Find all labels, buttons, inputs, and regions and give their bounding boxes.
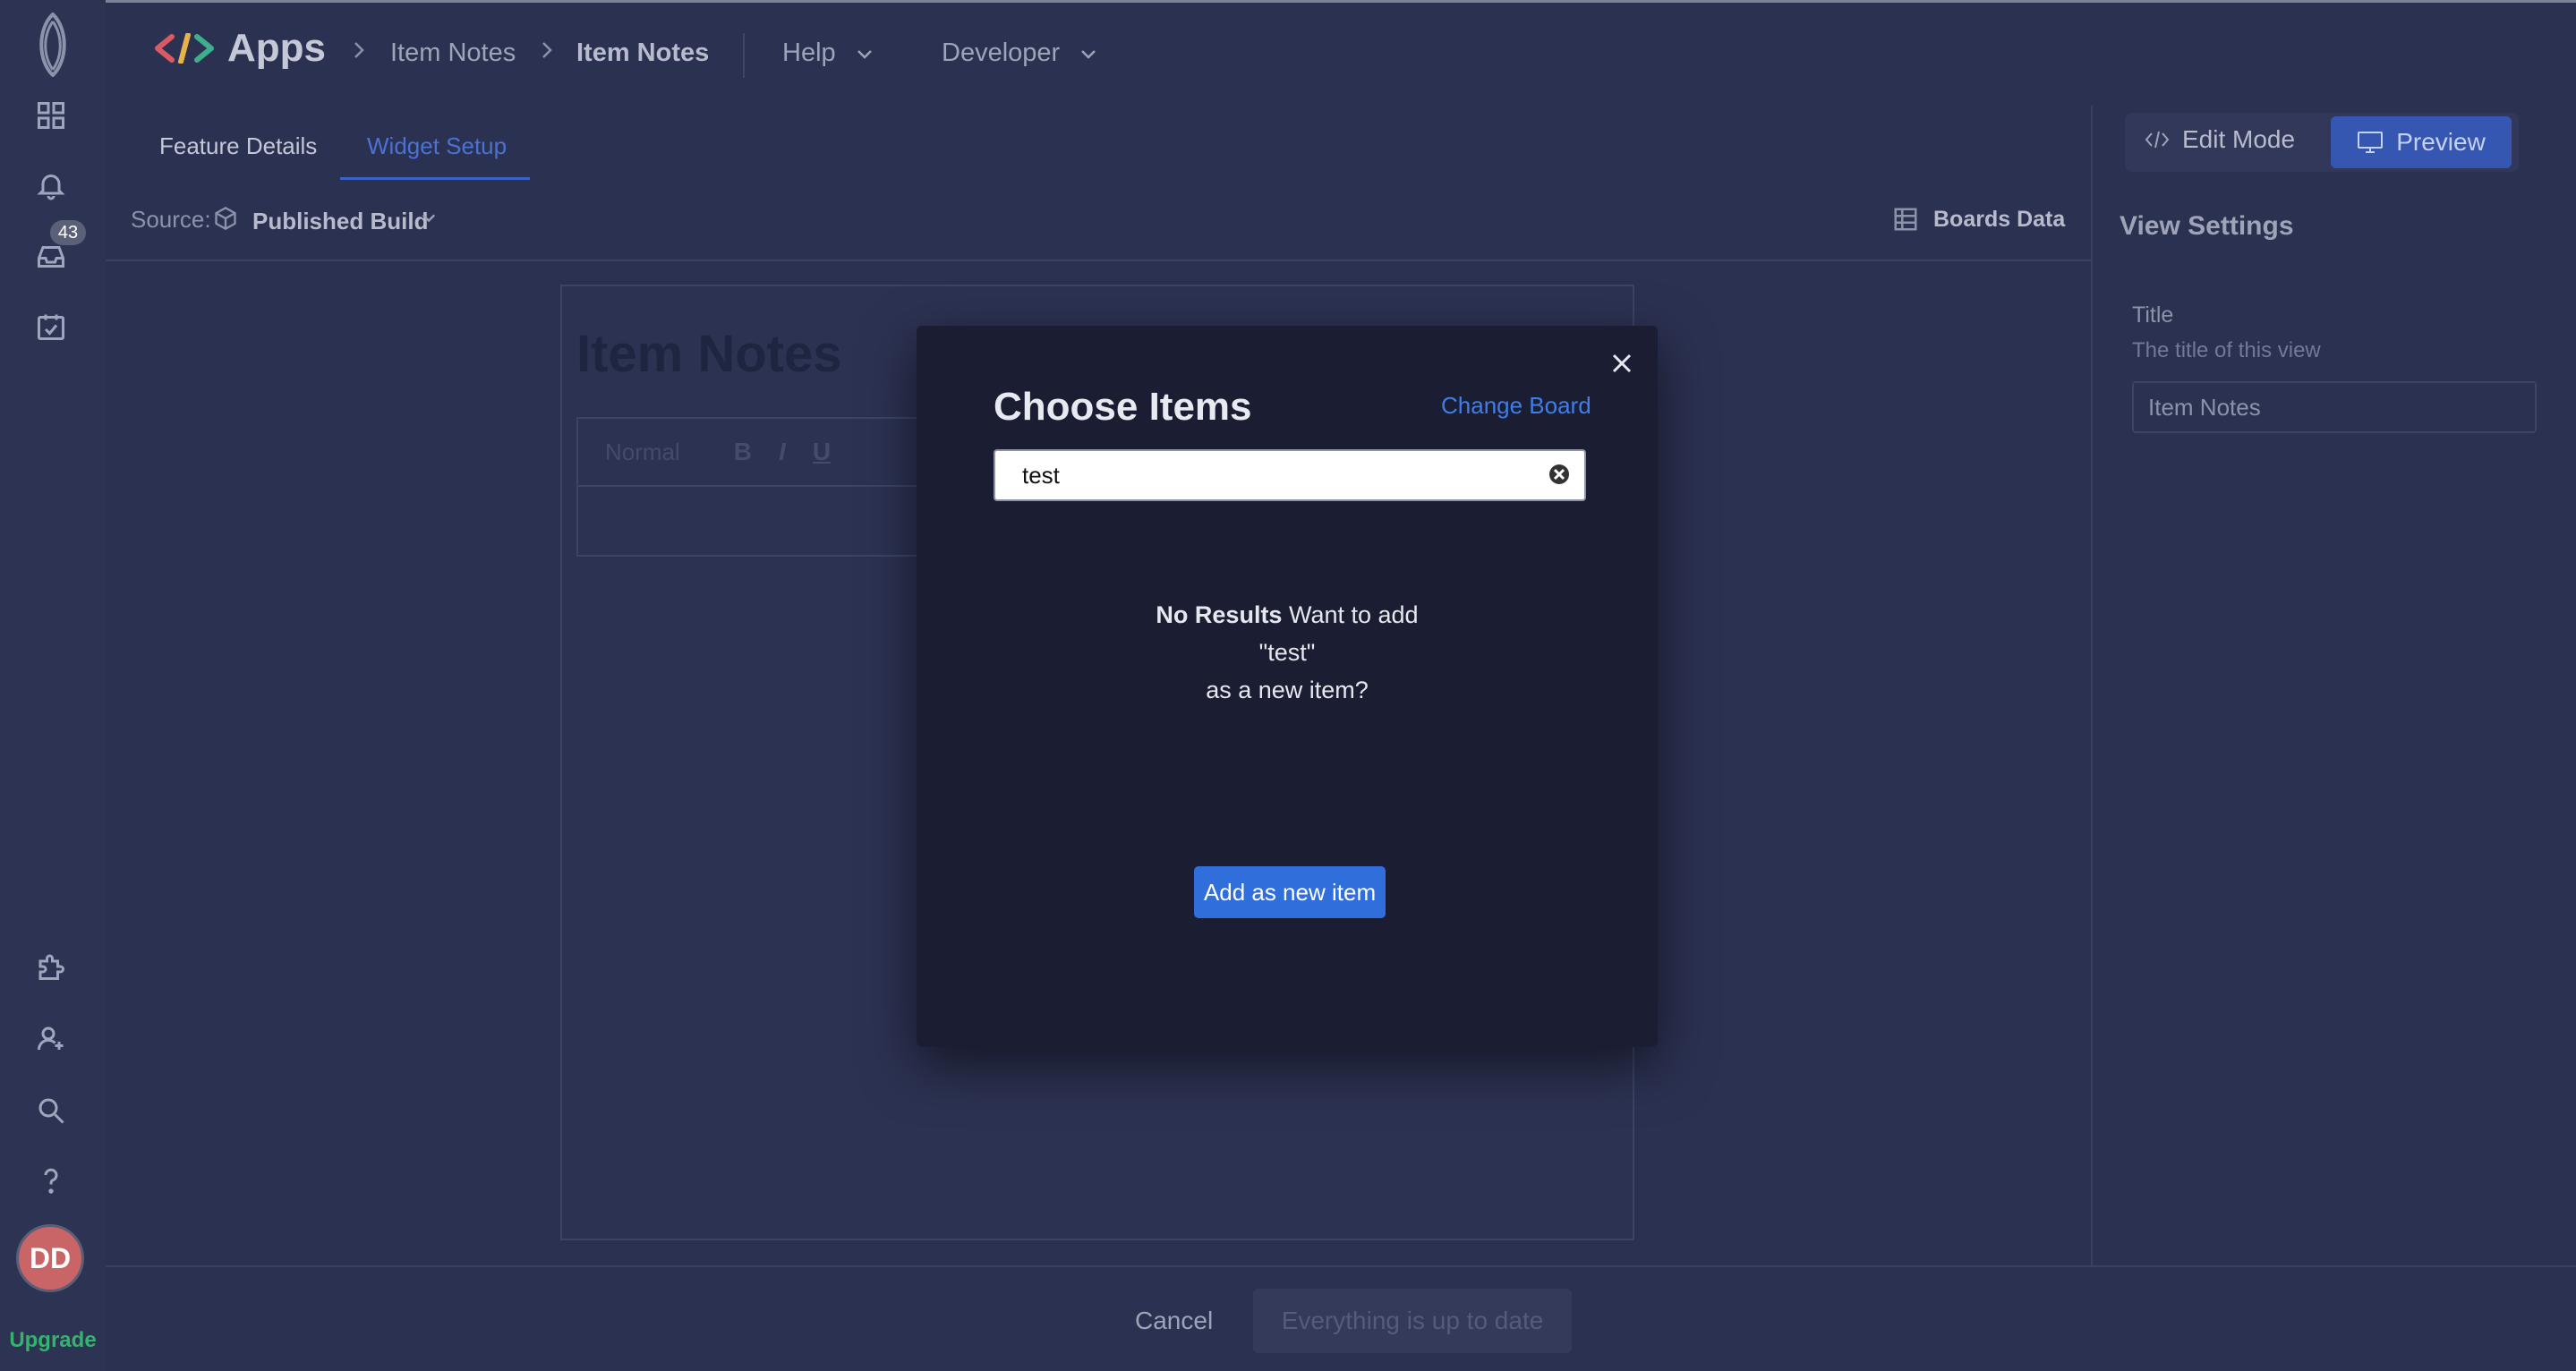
preview-button[interactable]: Preview: [2331, 116, 2512, 168]
source-bar: Source: Published Build Boards Data: [106, 179, 2091, 261]
italic-button[interactable]: I: [779, 438, 786, 466]
title-input[interactable]: [2132, 381, 2537, 433]
help-menu-label: Help: [782, 38, 836, 67]
help-icon[interactable]: [32, 1162, 70, 1199]
title-field-label: Title: [2132, 302, 2174, 328]
chevron-down-icon[interactable]: [421, 211, 437, 224]
user-plus-icon[interactable]: [32, 1020, 70, 1058]
calendar-check-icon[interactable]: [32, 308, 70, 345]
bold-button[interactable]: B: [734, 438, 752, 466]
package-icon: [213, 206, 238, 231]
developer-menu-label: Developer: [942, 38, 1061, 67]
choose-items-modal: Choose Items Change Board No Results Wan…: [917, 326, 1658, 1047]
brand[interactable]: Apps: [154, 26, 326, 71]
tab-feature-details[interactable]: Feature Details: [159, 132, 317, 160]
upgrade-link[interactable]: Upgrade: [0, 1328, 106, 1353]
chevron-right-icon: [539, 38, 555, 62]
top-bar: Apps Item Notes Item Notes Help Develope…: [106, 0, 2576, 106]
clear-search-icon[interactable]: [1547, 462, 1572, 487]
change-board-link[interactable]: Change Board: [1441, 392, 1591, 420]
boards-data-label: Boards Data: [1933, 206, 2066, 232]
cancel-button[interactable]: Cancel: [1135, 1307, 1213, 1335]
divider: [743, 33, 745, 78]
modal-title: Choose Items: [994, 385, 1252, 429]
view-settings-title: View Settings: [2120, 211, 2294, 241]
add-as-new-item-button[interactable]: Add as new item: [1194, 866, 1386, 918]
mode-toggle: Edit Mode Preview: [2125, 113, 2519, 172]
no-results-term: "test": [1258, 639, 1316, 666]
breadcrumb-current: Item Notes: [576, 38, 710, 67]
app-name: Apps: [227, 26, 326, 70]
search-icon[interactable]: [32, 1092, 70, 1129]
puzzle-icon[interactable]: [32, 950, 70, 988]
source-selector[interactable]: Published Build: [252, 208, 428, 235]
boards-data-button[interactable]: Boards Data: [1892, 206, 2065, 233]
developer-menu[interactable]: Developer: [942, 38, 1097, 68]
no-results-heading: No Results: [1156, 601, 1283, 628]
footer-bar: Cancel Everything is up to date: [106, 1265, 2576, 1371]
tab-bar: Feature Details Widget Setup: [106, 106, 2091, 180]
help-menu[interactable]: Help: [782, 38, 874, 68]
bell-icon[interactable]: [32, 166, 70, 204]
tab-widget-setup[interactable]: Widget Setup: [367, 132, 507, 160]
item-search-input[interactable]: [1008, 460, 1556, 490]
code-icon: [2145, 129, 2170, 150]
preview-label: Preview: [2396, 128, 2486, 156]
title-field-help: The title of this view: [2132, 338, 2321, 362]
close-icon[interactable]: [1602, 344, 1642, 383]
table-icon: [1892, 206, 1919, 233]
left-rail: 43 DD Upgrade: [0, 0, 106, 1371]
logo-icon[interactable]: [32, 13, 73, 77]
chevron-down-icon: [1079, 47, 1097, 60]
style-select[interactable]: Normal: [605, 439, 680, 466]
edit-mode-label: Edit Mode: [2182, 125, 2296, 153]
source-label: Source:: [131, 206, 211, 233]
save-status-button: Everything is up to date: [1253, 1289, 1572, 1353]
monitor-icon: [2357, 131, 2384, 154]
grid-icon[interactable]: [32, 97, 70, 134]
right-panel: [2091, 106, 2576, 1265]
no-results-message: No Results Want to add "test" as a new i…: [917, 596, 1658, 709]
notification-badge: 43: [50, 220, 86, 245]
chevron-down-icon: [856, 47, 874, 60]
chevron-right-icon: [351, 38, 367, 62]
underline-button[interactable]: U: [813, 438, 831, 466]
item-search-field: [994, 449, 1586, 501]
no-results-suffix: as a new item?: [1206, 677, 1369, 703]
canvas-title: Item Notes: [576, 325, 842, 383]
breadcrumb-item[interactable]: Item Notes: [390, 38, 516, 68]
edit-mode-button[interactable]: Edit Mode: [2145, 125, 2295, 154]
code-icon: [154, 33, 215, 64]
no-results-prompt: Want to add: [1288, 601, 1419, 628]
avatar[interactable]: DD: [16, 1224, 84, 1292]
